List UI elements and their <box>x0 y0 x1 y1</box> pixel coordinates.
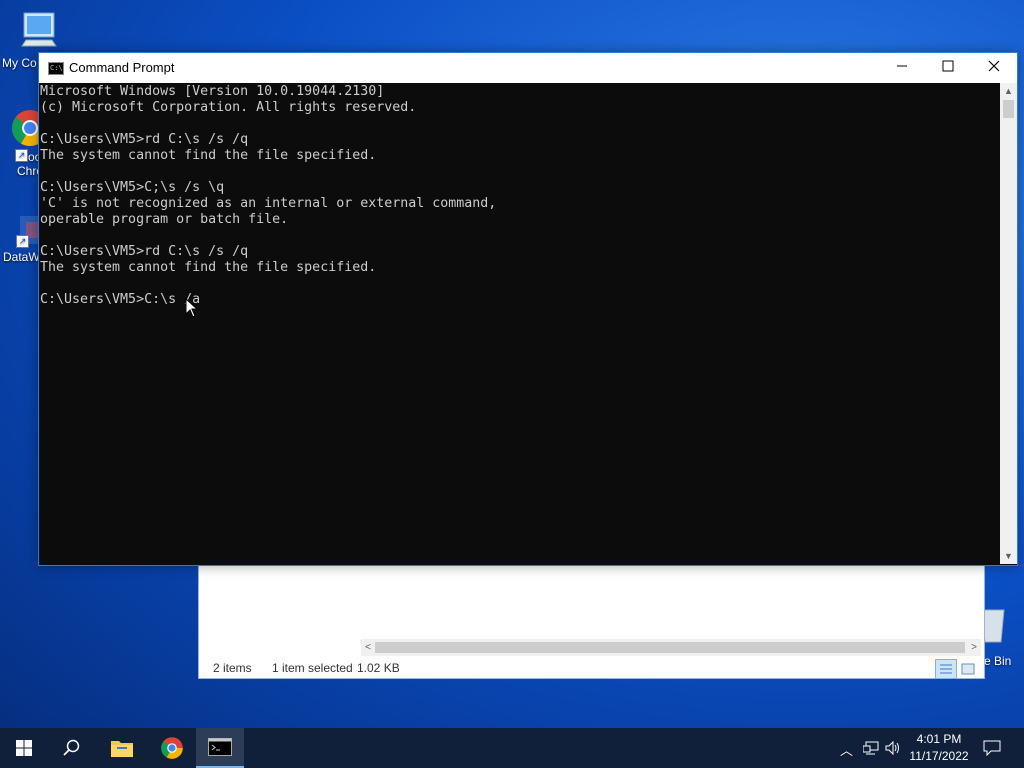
shortcut-arrow-icon: ↗ <box>15 149 28 162</box>
clock-date: 11/17/2022 <box>909 749 969 763</box>
folder-icon <box>111 741 133 757</box>
volume-icon[interactable] <box>885 741 901 755</box>
close-button[interactable] <box>971 53 1017 83</box>
vertical-scrollbar[interactable]: ▲ ▼ <box>1000 83 1017 564</box>
desktop-icon-label: e Bin <box>984 654 1012 668</box>
console-line: 'C' is not recognized as an internal or … <box>40 196 497 211</box>
file-explorer-window[interactable]: < > 2 items 1 item selected 1.02 KB <box>198 555 985 679</box>
maximize-icon <box>942 60 954 72</box>
minimize-button[interactable] <box>879 53 925 83</box>
horizontal-scrollbar[interactable]: < > <box>361 639 981 656</box>
taskbar: ︿ 4:01 PM 11/17/2022 <box>0 728 1024 768</box>
cmd-icon <box>208 738 232 756</box>
taskbar-chrome[interactable] <box>148 728 196 768</box>
console-line: operable program or batch file. <box>40 212 289 227</box>
show-hidden-icons-chevron-icon[interactable]: ︿ <box>840 740 853 759</box>
console-line: The system cannot find the file specifie… <box>40 148 377 163</box>
scroll-down-icon[interactable]: ▼ <box>1000 548 1017 564</box>
console-line: (c) Microsoft Corporation. All rights re… <box>40 100 417 115</box>
status-bar: 2 items 1 item selected 1.02 KB <box>199 657 984 679</box>
window-title: Command Prompt <box>69 60 175 75</box>
close-icon <box>988 60 1000 72</box>
console-output[interactable]: Microsoft Windows [Version 10.0.19044.21… <box>39 83 1000 564</box>
scroll-left-icon[interactable]: < <box>361 639 375 656</box>
network-icon[interactable] <box>863 741 879 755</box>
title-bar[interactable]: C:\ Command Prompt <box>39 53 1017 83</box>
taskbar-command-prompt[interactable] <box>196 728 244 768</box>
mouse-pointer-icon <box>185 298 199 318</box>
maximize-button[interactable] <box>925 53 971 83</box>
console-line: The system cannot find the file specifie… <box>40 260 377 275</box>
chrome-icon <box>161 737 183 759</box>
details-view-icon <box>940 664 952 674</box>
clock-time: 4:01 PM <box>916 732 962 746</box>
minimize-icon <box>897 65 907 67</box>
start-button[interactable] <box>0 728 48 768</box>
status-item-count: 2 items <box>213 661 252 675</box>
console-line: C:\Users\VM5>rd C:\s /s /q <box>40 244 249 259</box>
console-line: C:\Users\VM5>rd C:\s /s /q <box>40 132 249 147</box>
status-selection: 1 item selected <box>272 661 353 675</box>
search-icon <box>63 739 80 756</box>
notifications-icon[interactable] <box>983 740 1001 756</box>
computer-icon <box>21 12 57 47</box>
console-line: Microsoft Windows [Version 10.0.19044.21… <box>40 84 385 99</box>
search-button[interactable] <box>48 728 96 768</box>
taskbar-file-explorer[interactable] <box>98 728 146 768</box>
large-icons-view-button[interactable] <box>957 659 979 679</box>
status-file-size: 1.02 KB <box>357 661 400 675</box>
scrollbar-thumb[interactable] <box>375 642 965 653</box>
details-view-button[interactable] <box>935 659 957 679</box>
scroll-right-icon[interactable]: > <box>967 639 981 656</box>
scroll-up-icon[interactable]: ▲ <box>1000 83 1017 99</box>
system-clock[interactable]: 4:01 PM 11/17/2022 <box>904 731 974 765</box>
cmd-app-icon: C:\ <box>48 62 64 75</box>
scrollbar-thumb[interactable] <box>1003 100 1014 118</box>
windows-logo-icon <box>16 740 32 756</box>
large-icons-view-icon <box>961 663 975 675</box>
console-line: C:\Users\VM5>C:\s /a <box>40 292 201 307</box>
shortcut-arrow-icon: ↗ <box>16 235 29 248</box>
console-line: C:\Users\VM5>C;\s /s \q <box>40 180 225 195</box>
